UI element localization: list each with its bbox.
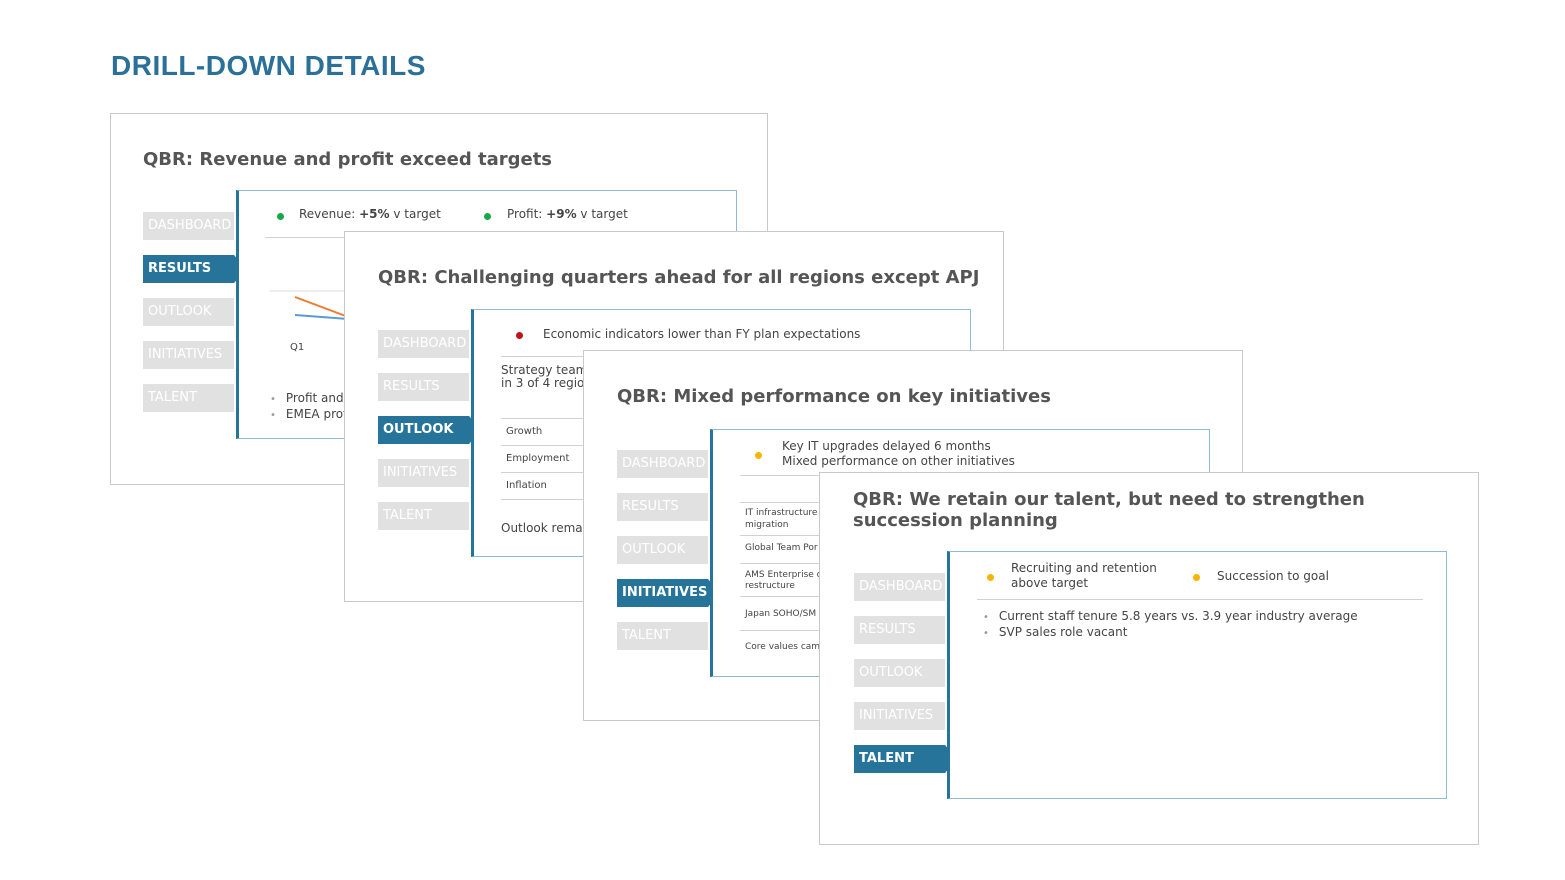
slide-title: QBR: Mixed performance on key initiative… (617, 386, 1051, 407)
divider (977, 599, 1423, 600)
nav-results[interactable]: RESULTS (854, 616, 945, 644)
nav-dashboard[interactable]: DASHBOARD (143, 212, 234, 240)
status-dot-green (277, 213, 284, 220)
table-row-label: migration (745, 520, 789, 530)
status-text: Recruiting and retention (1011, 561, 1157, 575)
slide-title: QBR: Challenging quarters ahead for all … (378, 267, 980, 288)
nav-talent[interactable]: TALENT (854, 745, 957, 773)
status-text: Key IT upgrades delayed 6 months (782, 439, 991, 453)
table-row-label: IT infrastructure (745, 508, 818, 518)
bullet-list: Current staff tenure 5.8 years vs. 3.9 y… (983, 609, 1358, 641)
nav-talent[interactable]: TALENT (617, 622, 708, 650)
nav-outlook[interactable]: OUTLOOK (378, 416, 481, 444)
nav-results[interactable]: RESULTS (378, 373, 469, 401)
table-row-label: Core values cam (745, 642, 821, 652)
status-dot-amber (1193, 574, 1200, 581)
nav-initiatives[interactable]: INITIATIVES (378, 459, 469, 487)
status-text: Mixed performance on other initiatives (782, 454, 1015, 468)
bullet-item: SVP sales role vacant (983, 625, 1358, 641)
nav-results[interactable]: RESULTS (617, 493, 708, 521)
status-text: Succession to goal (1217, 569, 1329, 583)
bullet-list: Profit and EMEA prof (270, 391, 347, 423)
footer-text: Outlook remai (501, 521, 586, 535)
status-text: above target (1011, 576, 1089, 590)
table-row-label: Global Team Por (745, 543, 818, 553)
table-row-label: Inflation (506, 480, 547, 491)
table-row-label: Growth (506, 426, 543, 437)
kpi-revenue: Revenue: +5% v target (299, 207, 441, 221)
chart-tick-label: Q1 (290, 342, 305, 353)
nav-initiatives[interactable]: INITIATIVES (143, 341, 234, 369)
slide-talent[interactable]: QBR: We retain our talent, but need to s… (819, 472, 1479, 845)
status-text: Economic indicators lower than FY plan e… (543, 327, 861, 341)
nav-results[interactable]: RESULTS (143, 255, 246, 283)
table-row-label: AMS Enterprise c (745, 570, 822, 580)
status-dot-amber (987, 574, 994, 581)
nav-dashboard[interactable]: DASHBOARD (378, 330, 469, 358)
status-dot-green (484, 213, 491, 220)
kpi-profit: Profit: +9% v target (507, 207, 628, 221)
page-title: DRILL-DOWN DETAILS (111, 50, 426, 81)
nav-initiatives[interactable]: INITIATIVES (617, 579, 720, 607)
nav-talent[interactable]: TALENT (143, 384, 234, 412)
nav-outlook[interactable]: OUTLOOK (617, 536, 708, 564)
nav-dashboard[interactable]: DASHBOARD (617, 450, 708, 478)
bullet-item: Profit and (270, 391, 347, 407)
status-dot-red (516, 332, 523, 339)
slide-title: QBR: We retain our talent, but need to s… (853, 489, 1365, 510)
nav-outlook[interactable]: OUTLOOK (143, 298, 234, 326)
bullet-item: EMEA prof (270, 407, 347, 423)
nav-initiatives[interactable]: INITIATIVES (854, 702, 945, 730)
nav-dashboard[interactable]: DASHBOARD (854, 573, 945, 601)
table-row-label: Japan SOHO/SM (745, 609, 817, 619)
slide-title: QBR: Revenue and profit exceed targets (143, 149, 553, 170)
note-line: in 3 of 4 region (501, 376, 592, 390)
bullet-item: Current staff tenure 5.8 years vs. 3.9 y… (983, 609, 1358, 625)
slide-title: succession planning (853, 510, 1058, 531)
status-dot-amber (755, 452, 762, 459)
table-row-label: Employment (506, 453, 570, 464)
detail-panel: Recruiting and retention above target Su… (947, 551, 1447, 799)
nav-talent[interactable]: TALENT (378, 502, 469, 530)
table-row-label: restructure (745, 581, 795, 591)
nav-outlook[interactable]: OUTLOOK (854, 659, 945, 687)
